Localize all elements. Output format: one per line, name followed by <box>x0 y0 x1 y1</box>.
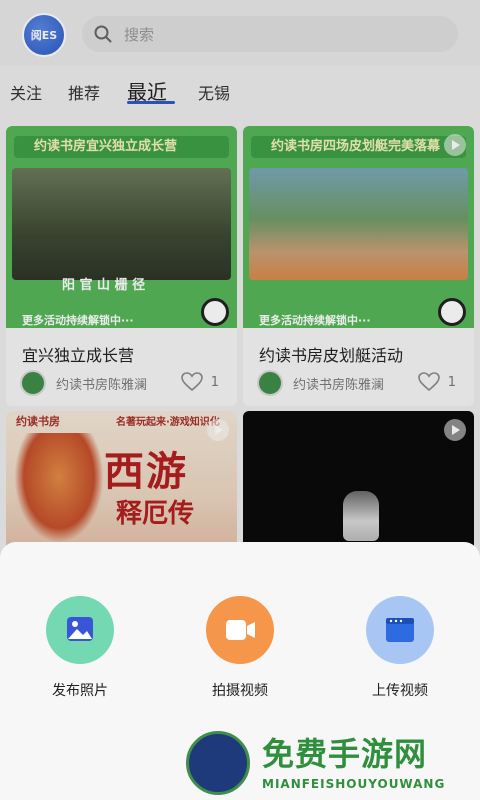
action-label: 上传视频 <box>372 683 428 699</box>
watermark-subtitle: MIANFEISHOUYOUWANG <box>262 777 446 791</box>
photo-icon <box>46 596 114 664</box>
watermark-logo-icon <box>186 731 250 795</box>
watermark: 免费手游网 MIANFEISHOUYOUWANG <box>182 727 480 800</box>
action-label: 拍摄视频 <box>212 683 268 699</box>
upload-video-button[interactable]: 上传视频 <box>350 596 450 700</box>
watermark-title: 免费手游网 <box>262 735 428 773</box>
upload-video-icon <box>366 596 434 664</box>
action-label: 发布照片 <box>52 683 108 699</box>
record-video-button[interactable]: 拍摄视频 <box>190 596 290 700</box>
video-camera-icon <box>206 596 274 664</box>
publish-photo-button[interactable]: 发布照片 <box>30 596 130 700</box>
